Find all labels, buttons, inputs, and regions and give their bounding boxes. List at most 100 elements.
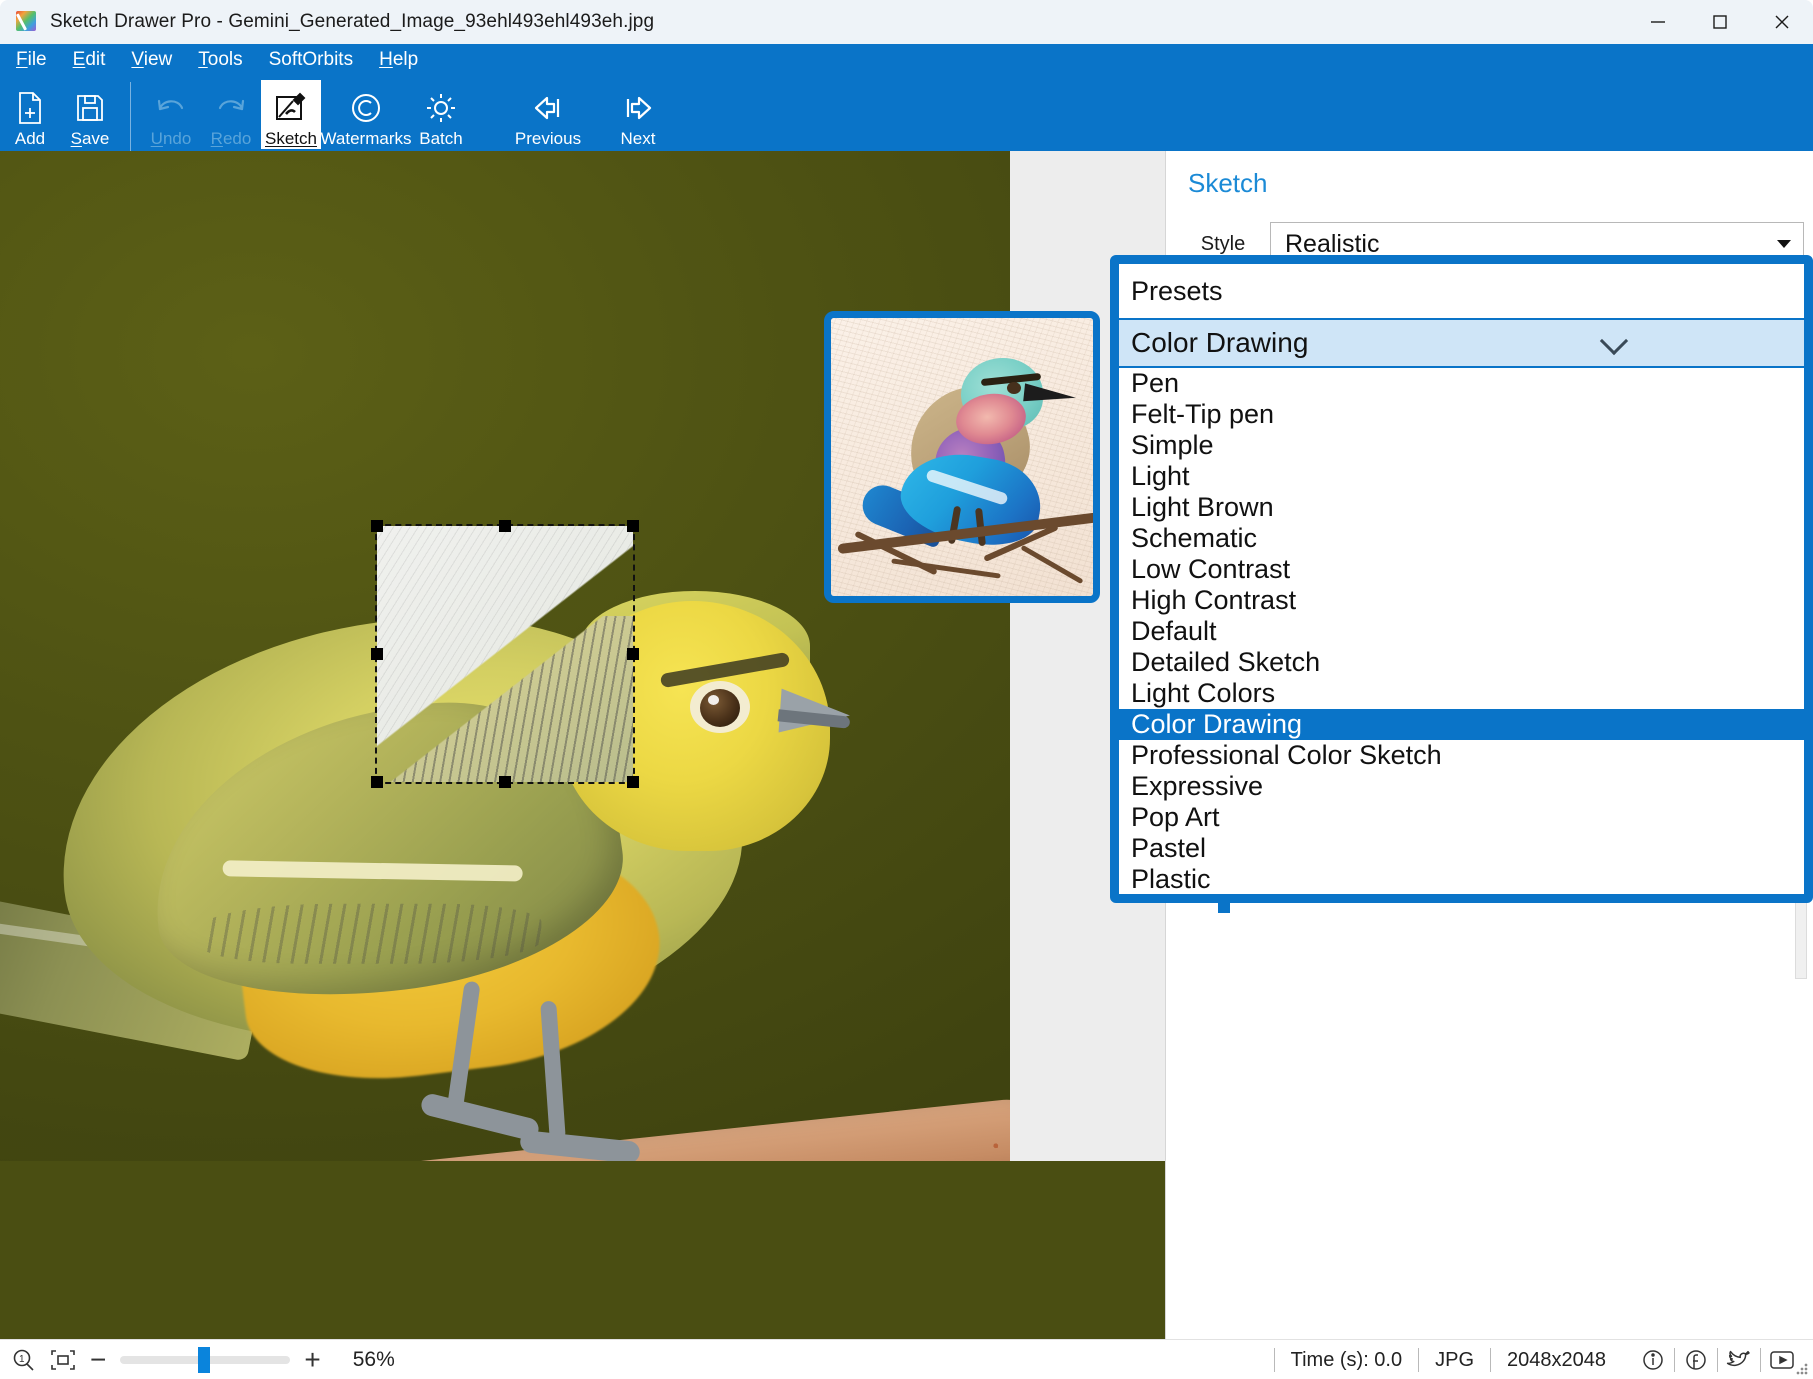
- redo-button[interactable]: Redo: [201, 80, 261, 149]
- preset-item[interactable]: Pastel: [1119, 833, 1804, 864]
- next-label: Next: [621, 128, 656, 149]
- preset-item[interactable]: Pen: [1119, 368, 1804, 399]
- zoom-out-button[interactable]: −: [90, 1346, 106, 1374]
- preview-bird-sketch: [831, 318, 1100, 603]
- preset-item[interactable]: Plastic: [1119, 864, 1804, 895]
- menu-view[interactable]: View: [131, 49, 172, 71]
- arrow-right-bar-icon: [620, 88, 656, 128]
- next-button[interactable]: Next: [593, 80, 683, 149]
- resize-grip[interactable]: [1795, 1362, 1809, 1376]
- save-as-label-1: Save: [71, 128, 110, 149]
- sketch-preview-popup[interactable]: [824, 311, 1100, 603]
- status-info-group: Time (s): 0.0 JPG 2048x2048: [1274, 1345, 1813, 1375]
- sketch-pencil-icon: [274, 88, 308, 128]
- save-disk-icon: [75, 88, 105, 128]
- selection-handle-se[interactable]: [627, 776, 639, 788]
- selection-handle-sw[interactable]: [371, 776, 383, 788]
- window-title: Sketch Drawer Pro - Gemini_Generated_Ima…: [50, 11, 654, 33]
- preset-item[interactable]: Default: [1119, 616, 1804, 647]
- zoom-1-to-1-icon[interactable]: 1: [10, 1347, 36, 1373]
- app-logo-icon: [16, 11, 38, 33]
- social-links: [1632, 1345, 1803, 1375]
- zoom-in-button[interactable]: +: [304, 1346, 320, 1374]
- maximize-button[interactable]: [1689, 0, 1751, 44]
- app-window: Sketch Drawer Pro - Gemini_Generated_Ima…: [0, 0, 1813, 1379]
- add-file-icon: [15, 88, 45, 128]
- redo-arrow-icon: [214, 88, 248, 128]
- preset-item[interactable]: Light: [1119, 461, 1804, 492]
- presets-option-list[interactable]: PenFelt-Tip penSimpleLightLight BrownSch…: [1119, 368, 1804, 895]
- watermarks-button[interactable]: Watermarks: [321, 80, 411, 149]
- undo-button[interactable]: Undo: [141, 80, 201, 149]
- preset-item[interactable]: Pop Art: [1119, 802, 1804, 833]
- style-label: Style: [1176, 233, 1270, 256]
- preview-twig-3: [891, 558, 1001, 578]
- facebook-icon[interactable]: [1675, 1345, 1717, 1375]
- zoom-controls: 1 − + 56%: [0, 1346, 395, 1374]
- title-bar: Sketch Drawer Pro - Gemini_Generated_Ima…: [0, 0, 1813, 44]
- preset-item[interactable]: Light Colors: [1119, 678, 1804, 709]
- presets-selected-value: Color Drawing: [1131, 327, 1308, 359]
- status-bar: 1 − + 56% Time (s): 0.0 JPG 2048x2048: [0, 1339, 1813, 1379]
- window-controls: [1627, 0, 1813, 44]
- sketch-button[interactable]: Sketch: [261, 80, 321, 149]
- undo-label: Undo: [151, 128, 192, 149]
- preset-item[interactable]: Simple: [1119, 430, 1804, 461]
- previous-label: Previous: [515, 128, 581, 149]
- presets-combobox[interactable]: Color Drawing: [1119, 318, 1804, 368]
- zoom-level-value: 56%: [353, 1348, 395, 1372]
- preset-item[interactable]: Expressive: [1119, 771, 1804, 802]
- sketch-effect-wing: [377, 616, 633, 782]
- twitter-bird-icon[interactable]: [1718, 1345, 1760, 1375]
- preset-item[interactable]: Professional Color Sketch: [1119, 740, 1804, 771]
- selection-handle-s[interactable]: [499, 776, 511, 788]
- undo-arrow-icon: [154, 88, 188, 128]
- add-files-label-1: Add: [15, 128, 45, 149]
- menu-edit[interactable]: Edit: [73, 49, 106, 71]
- minimize-button[interactable]: [1627, 0, 1689, 44]
- bird-eye: [700, 689, 740, 727]
- preset-item[interactable]: Detailed Sketch: [1119, 647, 1804, 678]
- preset-item[interactable]: Light Brown: [1119, 492, 1804, 523]
- batch-mode-label-1: Batch: [419, 128, 462, 149]
- menu-file[interactable]: File: [16, 49, 47, 71]
- menu-bar: File Edit View Tools SoftOrbits Help: [0, 44, 444, 76]
- selection-handle-n[interactable]: [499, 520, 511, 532]
- image-dimensions-label: 2048x2048: [1490, 1348, 1622, 1372]
- menu-help[interactable]: Help: [379, 49, 418, 71]
- sketch-label: Sketch: [265, 128, 317, 149]
- redo-label: Redo: [211, 128, 252, 149]
- preset-item[interactable]: Felt-Tip pen: [1119, 399, 1804, 430]
- zoom-slider-thumb[interactable]: [198, 1347, 210, 1373]
- preset-item[interactable]: Schematic: [1119, 523, 1804, 554]
- processing-time-label: Time (s): 0.0: [1274, 1348, 1419, 1372]
- selection-handle-w[interactable]: [371, 648, 383, 660]
- svg-text:1: 1: [19, 1354, 25, 1365]
- preset-item[interactable]: Color Drawing: [1119, 709, 1804, 740]
- canvas-backdrop: [0, 1161, 1165, 1340]
- close-button[interactable]: [1751, 0, 1813, 44]
- panel-title: Sketch: [1188, 168, 1268, 199]
- selection-handle-nw[interactable]: [371, 520, 383, 532]
- preview-twig-4: [1020, 545, 1083, 584]
- gear-icon: [424, 88, 458, 128]
- menu-softorbits[interactable]: SoftOrbits: [269, 49, 353, 71]
- menu-tools[interactable]: Tools: [198, 49, 242, 71]
- arrow-left-bar-icon: [530, 88, 566, 128]
- selection-handle-ne[interactable]: [627, 520, 639, 532]
- sketch-selection-region[interactable]: [377, 526, 633, 782]
- selection-handle-e[interactable]: [627, 648, 639, 660]
- preset-item[interactable]: High Contrast: [1119, 585, 1804, 616]
- zoom-slider[interactable]: [120, 1356, 290, 1364]
- presets-header-label: Presets: [1119, 264, 1804, 318]
- info-circle-icon[interactable]: [1632, 1345, 1674, 1375]
- watermarks-label: Watermarks: [321, 128, 412, 149]
- chevron-down-icon: [1600, 327, 1628, 355]
- chevron-down-icon: [1777, 240, 1791, 248]
- preset-item[interactable]: Low Contrast: [1119, 554, 1804, 585]
- image-canvas[interactable]: [0, 151, 1010, 1161]
- previous-button[interactable]: Previous: [503, 80, 593, 149]
- preview-bird-eye: [1007, 382, 1021, 394]
- fit-to-window-icon[interactable]: [50, 1347, 76, 1373]
- presets-dropdown-popup[interactable]: Presets Color Drawing PenFelt-Tip penSim…: [1110, 255, 1813, 903]
